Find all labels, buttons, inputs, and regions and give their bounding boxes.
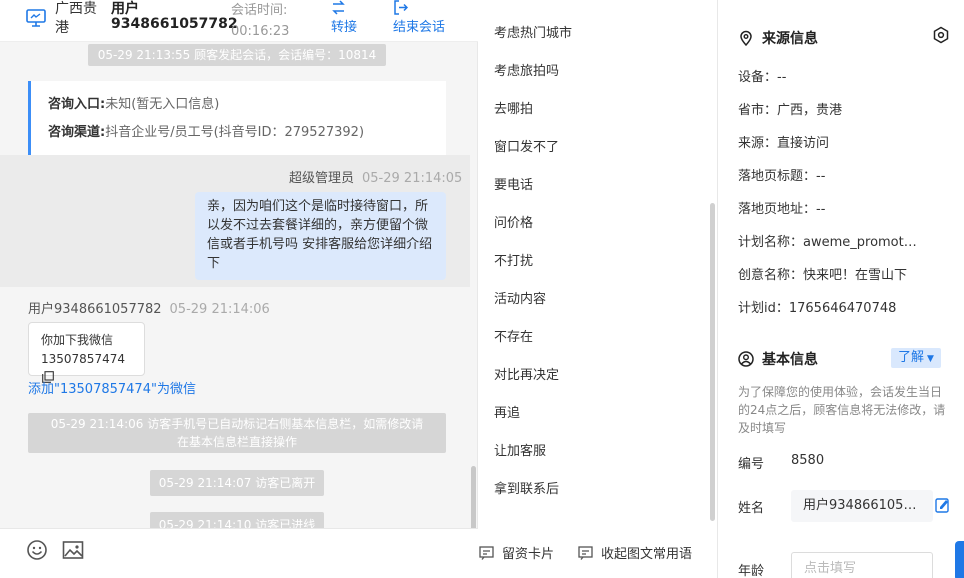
quick-reply-item[interactable]: 拿到联系后 <box>494 478 559 497</box>
id-label: 编号 <box>738 457 765 472</box>
card-icon <box>479 546 494 560</box>
emoji-icon[interactable] <box>26 539 48 561</box>
visitor-message-meta: 用户9348661057782 05-29 21:14:06 <box>28 298 270 317</box>
system-message-entered: 05-29 21:14:10 访客已进线 <box>150 512 324 528</box>
collapse-phrases-label: 收起图文常用语 <box>601 547 693 562</box>
visitor-region: 广西贵港 <box>55 1 97 36</box>
phrases-icon <box>578 546 593 560</box>
caret-down-icon: ▼ <box>927 354 934 364</box>
edit-icon[interactable] <box>935 497 950 513</box>
quick-reply-item[interactable]: 窗口发不了 <box>494 136 559 155</box>
monitor-icon <box>26 9 46 27</box>
source-landing-title: 落地页标题：-- <box>738 169 826 184</box>
basic-info-title: 基本信息 <box>738 349 818 369</box>
agent-message-time: 05-29 21:14:05 <box>362 171 463 186</box>
transfer-label: 转接 <box>331 20 358 35</box>
visitor-message-bubble: 你加下我微信 13507857474 <box>28 322 145 383</box>
settings-icon[interactable] <box>932 26 950 44</box>
consult-entry: 咨询入口:未知(暂无入口信息) <box>48 97 220 112</box>
collapse-phrases-button[interactable]: 收起图文常用语 <box>578 543 692 562</box>
leave-card-button[interactable]: 留资卡片 <box>479 543 554 562</box>
customer-info-panel: 来源信息 设备：-- 省市：广西，贵港 来源：直接访问 落地页标题：-- 落地页… <box>718 0 964 578</box>
transfer-button[interactable]: 转接 <box>331 0 357 38</box>
agent-message-bubble: 亲，因为咱们这个是临时接待窗口，所以发不过去套餐详细的，亲方便留个微信或者手机号… <box>195 192 446 280</box>
system-message-left: 05-29 21:14:07 访客已离开 <box>150 470 324 496</box>
source-landing-url: 落地页地址：-- <box>738 202 826 217</box>
source-plan-name: 计划名称：aweme_promotion <box>738 235 918 250</box>
visitor-title: 用户 9348661057782 <box>111 2 238 32</box>
visitor-user-id: 9348661057782 <box>111 16 238 32</box>
quick-reply-item[interactable]: 再追 <box>494 402 520 421</box>
quick-reply-item[interactable]: 活动内容 <box>494 288 546 307</box>
name-label: 姓名 <box>738 501 765 516</box>
consult-channel: 咨询渠道:抖音企业号/员工号(抖音号ID：279527392) <box>48 125 365 140</box>
age-input[interactable] <box>791 552 933 578</box>
source-info-title: 来源信息 <box>738 28 818 48</box>
location-icon <box>740 30 752 47</box>
add-wechat-link[interactable]: 添加"13507857474"为微信 <box>28 378 196 397</box>
session-time-label: 会话时间: <box>231 3 288 18</box>
session-time: 会话时间: 00:16:23 <box>231 0 289 42</box>
id-value: 8580 <box>791 453 825 468</box>
image-icon[interactable] <box>62 539 84 561</box>
chat-scrollbar[interactable] <box>471 466 476 528</box>
side-panel-tab[interactable] <box>955 541 964 578</box>
end-session-button[interactable]: 结束会话 <box>393 0 445 38</box>
chat-toolbar <box>0 528 478 578</box>
source-device: 设备：-- <box>738 70 787 85</box>
system-message-phone: 05-29 21:14:06 访客手机号已自动标记右侧基本信息栏，如需修改请 在… <box>28 413 446 453</box>
transfer-icon <box>332 0 345 15</box>
source-creative-name: 创意名称：快来吧！在雪山下 <box>738 268 908 283</box>
quick-reply-item[interactable]: 要电话 <box>494 174 533 193</box>
exit-icon <box>394 0 408 15</box>
quick-reply-item[interactable]: 去哪拍 <box>494 98 533 117</box>
age-label: 年龄 <box>738 564 765 578</box>
chat-header: 广西贵港 用户 9348661057782 会话时间: 00:16:23 转接 … <box>0 0 478 42</box>
visitor-user-label: 用户 <box>111 1 139 17</box>
chat-panel: 广西贵港 用户 9348661057782 会话时间: 00:16:23 转接 … <box>0 0 478 578</box>
user-circle-icon <box>738 351 754 367</box>
quick-reply-panel: 考虑热门城市 考虑旅拍吗 去哪拍 窗口发不了 要电话 问价格 不打扰 活动内容 … <box>478 0 718 578</box>
source-channel: 来源：直接访问 <box>738 136 830 151</box>
visitor-message-line1: 你加下我微信 <box>41 333 114 347</box>
source-province-city: 省市：广西，贵港 <box>738 103 843 118</box>
edit-notice: 为了保障您的使用体验，会话发生当日的24点之后，顾客信息将无法修改，请及时填写 <box>738 385 946 435</box>
end-session-label: 结束会话 <box>393 20 446 35</box>
quick-reply-item[interactable]: 让加客服 <box>494 440 546 459</box>
quick-reply-scrollbar[interactable] <box>710 203 715 521</box>
session-time-value: 00:16:23 <box>231 24 290 39</box>
learn-more-label: 了解 <box>898 350 925 365</box>
quick-reply-item[interactable]: 对比再决定 <box>494 364 559 383</box>
source-plan-id: 计划id：1765646470748 <box>738 301 897 316</box>
quick-reply-item[interactable]: 不打扰 <box>494 250 533 269</box>
leave-card-label: 留资卡片 <box>502 547 555 562</box>
chat-messages[interactable]: 05-29 21:13:55 顾客发起会话，会话编号：10814 咨询入口:未知… <box>0 42 478 528</box>
quick-reply-item[interactable]: 考虑热门城市 <box>494 22 572 41</box>
agent-message-meta: 超级管理员 05-29 21:14:05 <box>289 167 462 186</box>
visitor-message-time: 05-29 21:14:06 <box>169 302 270 317</box>
agent-name: 超级管理员 <box>289 171 355 186</box>
learn-more-button[interactable]: 了解 ▼ <box>891 348 941 368</box>
system-message-start: 05-29 21:13:55 顾客发起会话，会话编号：10814 <box>88 44 386 66</box>
name-field[interactable]: 用户9348661057782 <box>791 490 933 522</box>
quick-reply-item[interactable]: 问价格 <box>494 212 533 231</box>
visitor-name: 用户9348661057782 <box>28 302 162 317</box>
quick-reply-item[interactable]: 考虑旅拍吗 <box>494 60 559 79</box>
quick-reply-item[interactable]: 不存在 <box>494 326 533 345</box>
